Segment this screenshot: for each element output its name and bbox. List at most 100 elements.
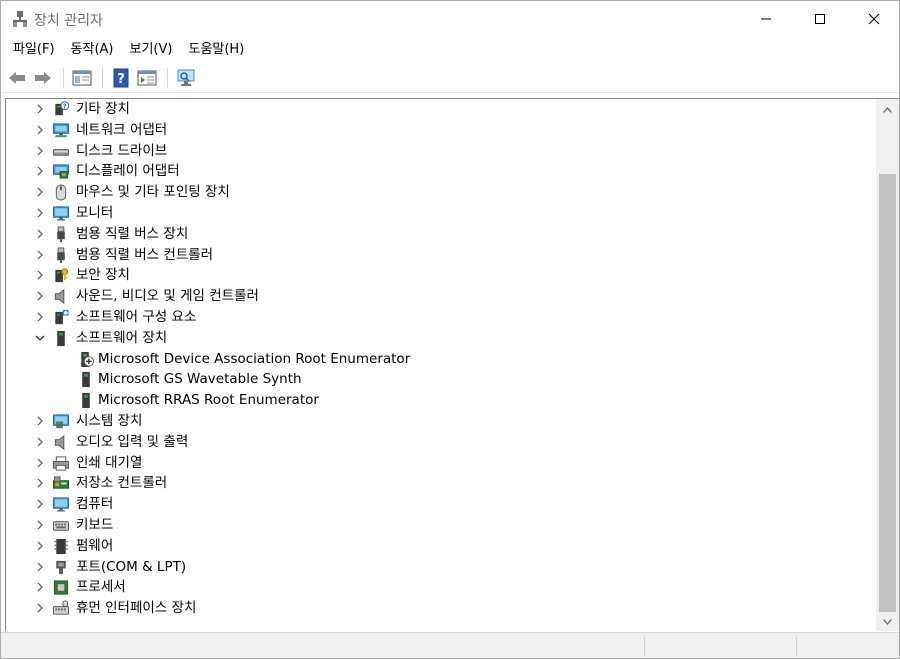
scroll-up-button[interactable] xyxy=(876,101,899,118)
chevron-right-icon[interactable] xyxy=(34,602,46,614)
keyboard-icon xyxy=(52,521,70,531)
tree-category-item[interactable]: 네트워크 어댑터 xyxy=(6,120,871,141)
chevron-right-icon[interactable] xyxy=(34,124,46,136)
system-device-icon xyxy=(52,414,70,429)
help-button[interactable]: ? xyxy=(109,66,133,90)
tree-item-label: 컴퓨터 xyxy=(76,496,114,513)
tree-item-label: 소프트웨어 구성 요소 xyxy=(76,309,197,325)
menu-view[interactable]: 보기(V) xyxy=(122,39,181,61)
chevron-right-icon[interactable] xyxy=(34,581,46,593)
menu-file[interactable]: 파일(F) xyxy=(5,39,63,61)
tree-child-item[interactable]: Microsoft GS Wavetable Synth xyxy=(6,369,871,390)
forward-button[interactable] xyxy=(31,66,55,90)
tree-category-item[interactable]: 시스템 장치 xyxy=(6,411,871,432)
tree-item-label: Microsoft Device Association Root Enumer… xyxy=(98,350,411,367)
tree-item-label: 소프트웨어 장치 xyxy=(76,329,168,346)
tree-item-label: 기타 장치 xyxy=(76,101,130,117)
tree-category-item[interactable]: 디스크 드라이브 xyxy=(6,141,871,162)
tree-category-item[interactable]: ? 기타 장치 xyxy=(6,99,871,120)
software-device-icon xyxy=(57,330,65,346)
close-button[interactable] xyxy=(851,1,897,37)
software-component-icon xyxy=(55,309,69,325)
chevron-right-icon[interactable] xyxy=(34,103,46,115)
tree-item-label: 시스템 장치 xyxy=(76,413,143,429)
tree-category-item[interactable]: 디스플레이 어댑터 xyxy=(6,161,871,182)
chevron-right-icon[interactable] xyxy=(34,436,46,448)
tree-category-item[interactable]: 소프트웨어 장치 xyxy=(6,328,871,349)
chevron-right-icon[interactable] xyxy=(34,311,46,323)
chevron-right-icon[interactable] xyxy=(34,290,46,302)
maximize-icon xyxy=(815,14,825,24)
back-button[interactable] xyxy=(5,66,29,90)
tree-item-label: 인쇄 대기열 xyxy=(76,454,143,471)
chevron-right-icon[interactable] xyxy=(34,207,46,219)
chevron-right-icon[interactable] xyxy=(34,457,46,469)
svg-text:?: ? xyxy=(117,72,125,87)
device-tree[interactable]: ? 기타 장치 네트워크 어댑터디스크 드라이브디스플레이 어댑터 마우스 및 기타 … xyxy=(5,98,876,631)
chevron-right-icon[interactable] xyxy=(34,540,46,552)
chevron-right-icon[interactable] xyxy=(34,165,46,177)
menu-help[interactable]: 도움말(H) xyxy=(180,39,252,61)
tree-child-item[interactable]: Microsoft RRAS Root Enumerator xyxy=(6,390,871,411)
scroll-down-button[interactable] xyxy=(876,613,899,630)
tree-item-label: 디스크 드라이브 xyxy=(76,142,168,159)
tree-category-item[interactable]: 마우스 및 기타 포인팅 장치 xyxy=(6,182,871,203)
title-bar: 장치 관리자 xyxy=(1,1,899,37)
chevron-right-icon[interactable] xyxy=(34,561,46,573)
tree-category-item[interactable]: 저장소 컨트롤러 xyxy=(6,473,871,494)
device-manager-icon xyxy=(13,11,27,27)
properties-icon xyxy=(137,70,157,85)
tree-item-label: 보안 장치 xyxy=(76,267,130,284)
status-bar xyxy=(1,632,899,658)
maximize-button[interactable] xyxy=(797,1,843,37)
minimize-icon xyxy=(761,18,771,20)
tree-item-label: 저장소 컨트롤러 xyxy=(76,475,168,492)
tree-child-item[interactable]: Microsoft Device Association Root Enumer… xyxy=(6,349,871,370)
scan-hardware-icon xyxy=(177,69,195,86)
show-hide-console-tree-button[interactable] xyxy=(70,66,94,90)
scroll-thumb[interactable] xyxy=(879,174,896,612)
tree-category-item[interactable]: 키보드 xyxy=(6,515,871,536)
chevron-right-icon[interactable] xyxy=(34,269,46,281)
tree-category-item[interactable]: 모니터 xyxy=(6,203,871,224)
tree-item-label: 네트워크 어댑터 xyxy=(76,121,168,138)
tree-category-item[interactable]: 소프트웨어 구성 요소 xyxy=(6,307,871,328)
tree-category-item[interactable]: 컴퓨터 xyxy=(6,494,871,515)
tree-category-item[interactable]: 사운드, 비디오 및 게임 컨트롤러 xyxy=(6,286,871,307)
tree-category-item[interactable]: 프로세서 xyxy=(6,577,871,598)
tree-category-item[interactable]: 펌웨어 xyxy=(6,536,871,557)
tree-category-item[interactable]: 범용 직렬 버스 컨트롤러 xyxy=(6,245,871,266)
tree-category-item[interactable]: 범용 직렬 버스 장치 xyxy=(6,224,871,245)
vertical-scrollbar[interactable] xyxy=(876,98,899,631)
port-icon xyxy=(56,560,66,574)
tree-category-item[interactable]: 오디오 입력 및 출력 xyxy=(6,432,871,453)
hid-icon xyxy=(52,600,70,615)
chevron-right-icon[interactable] xyxy=(34,249,46,261)
tree-item-label: 키보드 xyxy=(76,517,114,533)
properties-button[interactable] xyxy=(135,66,159,90)
window-title: 장치 관리자 xyxy=(34,13,103,29)
speaker-icon xyxy=(54,289,65,305)
firmware-icon xyxy=(54,538,68,554)
chevron-right-icon[interactable] xyxy=(34,415,46,427)
tree-category-item[interactable]: 인쇄 대기열 xyxy=(6,453,871,474)
chevron-right-icon[interactable] xyxy=(34,498,46,510)
tree-category-item[interactable]: 보안 장치 xyxy=(6,265,871,286)
usb-icon xyxy=(57,226,65,242)
tree-category-item[interactable]: 포트(COM & LPT) xyxy=(6,557,871,578)
tree-category-item[interactable]: 휴먼 인터페이스 장치 xyxy=(6,598,871,619)
menu-action[interactable]: 동작(A) xyxy=(63,39,122,61)
chevron-down-icon[interactable] xyxy=(34,332,46,344)
tree-item-label: 오디오 입력 및 출력 xyxy=(76,433,189,450)
chevron-right-icon[interactable] xyxy=(34,519,46,531)
status-divider xyxy=(644,636,645,656)
monitor-icon xyxy=(52,206,70,221)
security-device-icon xyxy=(55,268,69,283)
chevron-right-icon[interactable] xyxy=(34,228,46,240)
chevron-right-icon[interactable] xyxy=(34,186,46,198)
storage-controller-icon xyxy=(52,476,70,490)
minimize-button[interactable] xyxy=(743,1,789,37)
chevron-right-icon[interactable] xyxy=(34,477,46,489)
chevron-right-icon[interactable] xyxy=(34,145,46,157)
scan-hardware-button[interactable] xyxy=(174,66,198,90)
